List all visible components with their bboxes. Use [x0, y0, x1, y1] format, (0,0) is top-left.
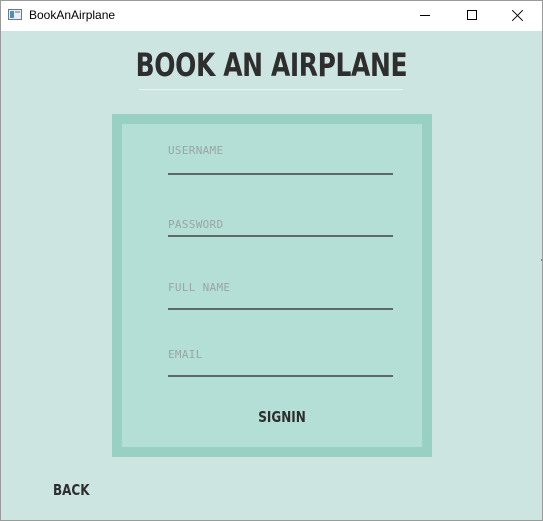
- signin-form: USERNAME PASSWORD FULL NAME EMAIL SIGNIN: [122, 124, 422, 447]
- app-window: BookAnAirplane BOOK AN AIRPLANE USERNAME…: [0, 0, 543, 521]
- password-underline: [168, 235, 393, 237]
- back-button[interactable]: BACK: [53, 481, 90, 499]
- signin-button[interactable]: SIGNIN: [242, 408, 322, 426]
- resize-edge-mark: [541, 259, 542, 261]
- signin-form-panel: USERNAME PASSWORD FULL NAME EMAIL SIGNIN: [112, 114, 432, 457]
- full-name-field[interactable]: FULL NAME: [168, 281, 393, 313]
- username-field[interactable]: USERNAME: [168, 144, 393, 176]
- email-placeholder: EMAIL: [168, 348, 203, 361]
- title-bar[interactable]: BookAnAirplane: [1, 1, 542, 31]
- page-title: BOOK AN AIRPLANE: [135, 46, 408, 84]
- full-name-underline: [168, 308, 393, 310]
- app-icon: [8, 9, 22, 20]
- email-underline: [168, 375, 393, 377]
- password-field[interactable]: PASSWORD: [168, 218, 393, 250]
- title-underline: [139, 89, 403, 90]
- minimize-button[interactable]: [403, 1, 449, 31]
- close-icon: [512, 9, 524, 21]
- full-name-placeholder: FULL NAME: [168, 281, 231, 294]
- maximize-icon: [467, 10, 477, 20]
- close-button[interactable]: [495, 1, 541, 31]
- window-title: BookAnAirplane: [29, 8, 116, 22]
- email-field[interactable]: EMAIL: [168, 348, 393, 380]
- username-placeholder: USERNAME: [168, 144, 224, 157]
- username-underline: [168, 173, 393, 175]
- maximize-button[interactable]: [449, 1, 495, 31]
- minimize-icon: [420, 15, 430, 16]
- password-placeholder: PASSWORD: [168, 218, 224, 231]
